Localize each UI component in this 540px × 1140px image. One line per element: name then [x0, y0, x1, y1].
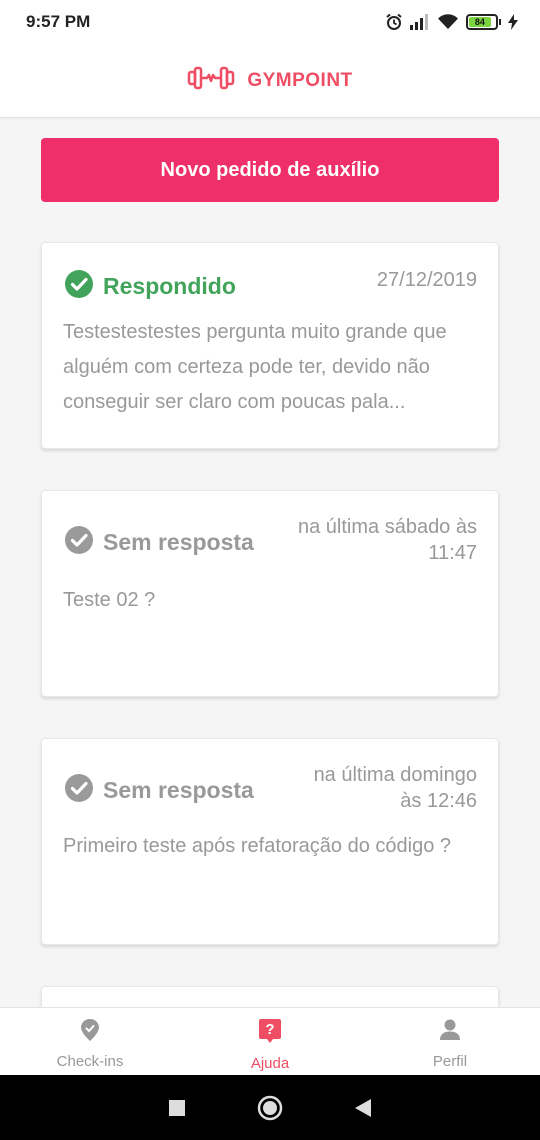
card-status: Sem resposta — [64, 773, 254, 808]
signal-icon — [410, 14, 430, 30]
check-circle-icon — [64, 525, 94, 560]
card-date-line: na última sábado às — [297, 516, 477, 538]
back-button[interactable] — [355, 1098, 371, 1117]
card-status-label: Respondido — [103, 273, 236, 299]
tab-perfil[interactable]: Perfil — [360, 1008, 540, 1075]
location-pin-icon — [80, 1018, 100, 1047]
charging-icon — [508, 14, 518, 30]
help-order-card[interactable]: Respondido 27/12/2019 Testestestestes pe… — [41, 242, 499, 449]
card-status-label: Sem resposta — [103, 529, 254, 555]
card-question: Teste 02 ? — [63, 589, 156, 611]
card-date-line: na última domingo — [313, 764, 477, 786]
battery-level: 84 — [469, 17, 491, 27]
app-header: GYMPOINT — [0, 44, 540, 118]
tab-label: Check-ins — [56, 1053, 124, 1070]
card-status: Sem resposta — [64, 525, 254, 560]
check-circle-icon — [64, 269, 94, 304]
card-date-line: 27/12/2019 — [376, 269, 477, 291]
brand-name: GYMPOINT — [247, 69, 353, 91]
card-date: na última sábado às 11:47 — [298, 514, 477, 566]
person-icon — [439, 1018, 461, 1047]
card-status: Respondido — [64, 269, 236, 304]
help-order-card[interactable]: Sem resposta na última sábado às 11:47 T… — [41, 490, 499, 697]
card-question: Primeiro teste após refatoração do códig… — [63, 835, 451, 857]
tab-label: Ajuda — [250, 1055, 290, 1072]
recents-button[interactable] — [169, 1099, 185, 1116]
battery-icon: 84 — [466, 14, 501, 30]
alarm-icon — [385, 13, 403, 31]
bottom-tab-bar: Check-ins ? Ajuda Perfil — [0, 1007, 540, 1075]
card-question: Testestestestes pergunta muito grande qu… — [63, 321, 447, 413]
card-date: 27/12/2019 — [377, 267, 477, 293]
status-bar: 9:57 PM 84 — [0, 0, 540, 44]
card-date: na última domingo às 12:46 — [314, 762, 477, 814]
system-nav-bar — [0, 1075, 540, 1140]
status-icons: 84 — [385, 13, 518, 31]
dumbbell-icon — [187, 66, 235, 95]
check-circle-icon — [64, 773, 94, 808]
tab-ajuda[interactable]: ? Ajuda — [180, 1008, 360, 1075]
wifi-icon — [437, 14, 459, 30]
new-request-button[interactable]: Novo pedido de auxílio — [41, 138, 499, 202]
help-order-card[interactable]: Sem resposta na última domingo às 12:46 … — [41, 738, 499, 945]
card-date-line: às 12:46 — [400, 790, 477, 812]
home-button[interactable] — [257, 1095, 283, 1121]
status-time: 9:57 PM — [26, 12, 91, 31]
svg-text:?: ? — [265, 1021, 274, 1038]
tab-label: Perfil — [432, 1053, 468, 1070]
tab-check-ins[interactable]: Check-ins — [0, 1008, 180, 1075]
card-date-line: 11:47 — [428, 542, 477, 564]
help-bubble-icon: ? — [258, 1018, 282, 1049]
card-status-label: Sem resposta — [103, 777, 254, 803]
